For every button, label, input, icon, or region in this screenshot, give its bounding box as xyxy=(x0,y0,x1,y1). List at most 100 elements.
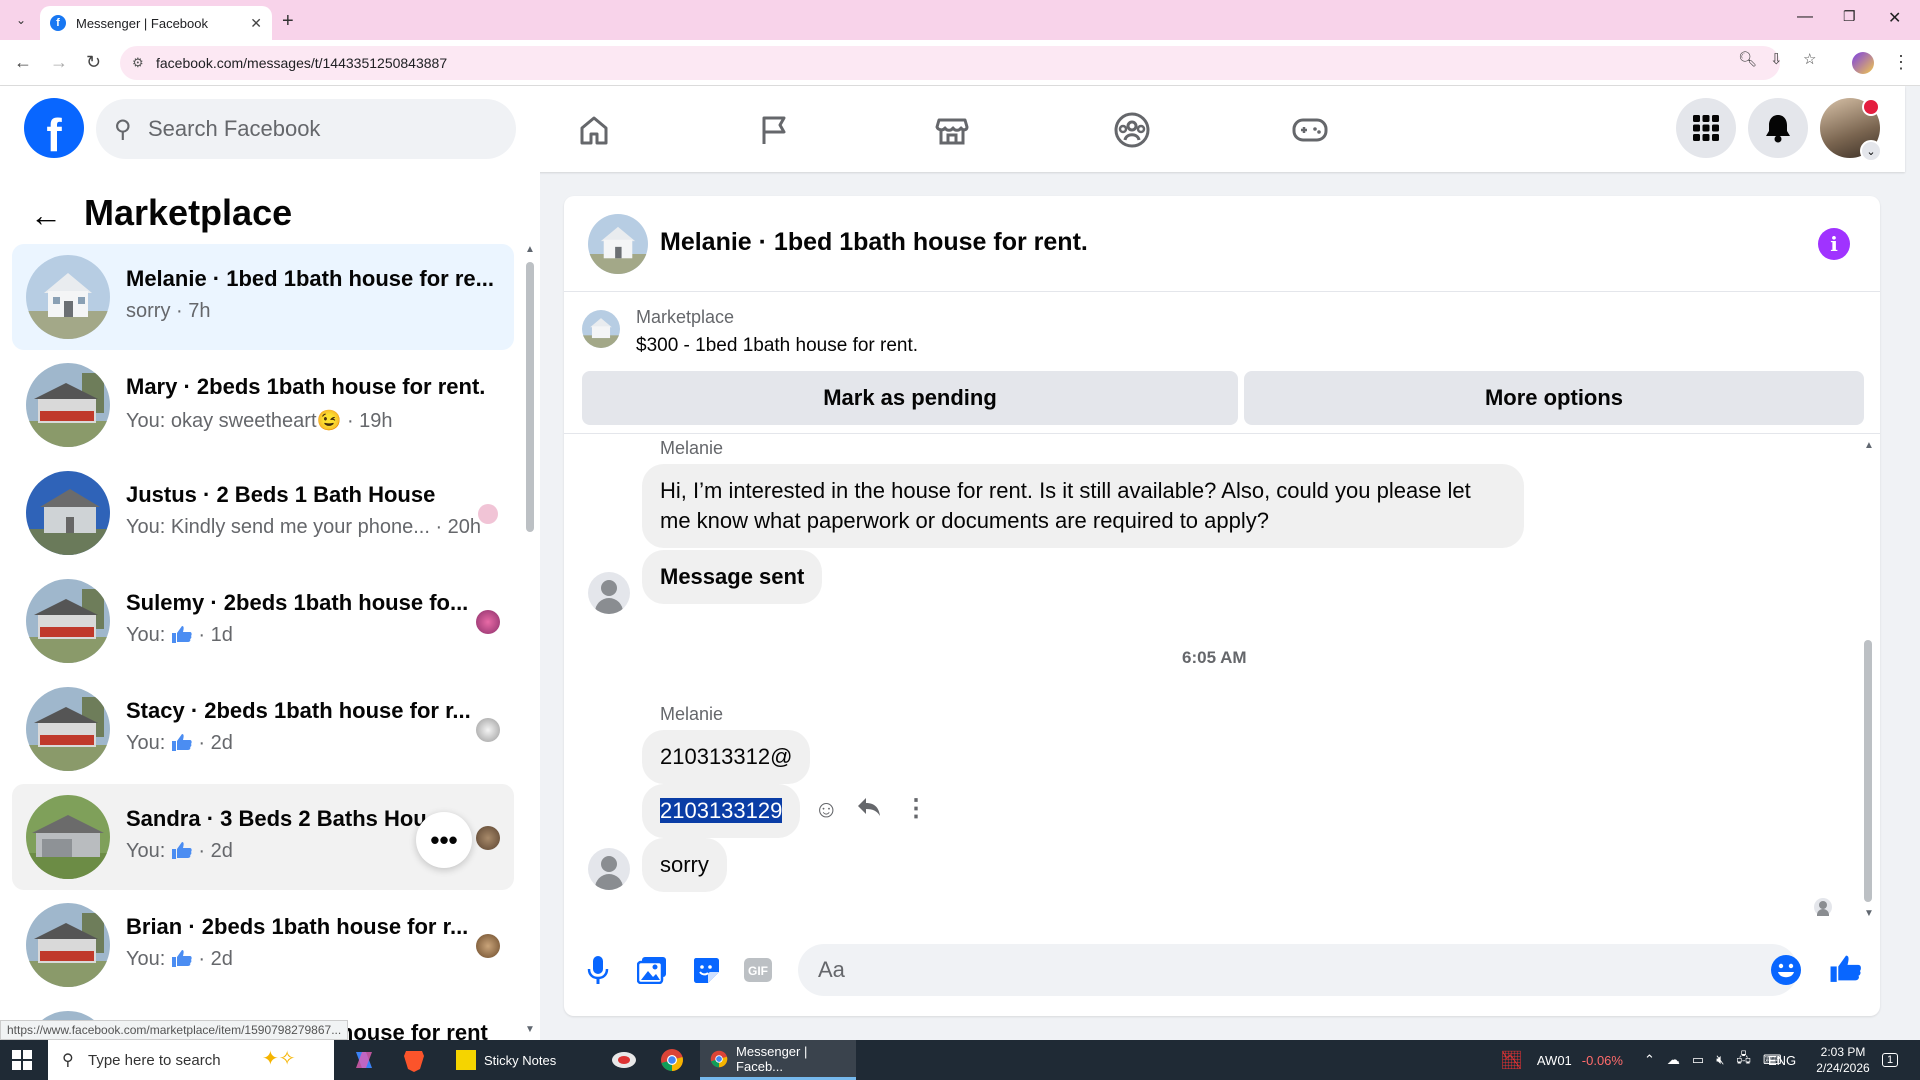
minimize-icon[interactable]: — xyxy=(1797,8,1813,26)
meet-now-icon[interactable]: ▭ xyxy=(1692,1052,1704,1068)
back-icon[interactable]: ← xyxy=(14,52,32,73)
mark-as-pending-button[interactable]: Mark as pending xyxy=(582,371,1238,425)
bookmark-star-icon[interactable]: ☆ xyxy=(1803,50,1816,68)
system-tray: ⌃ ☁ ▭ 🔇︎ 🖧︎ ⌨ xyxy=(1644,1040,1782,1080)
more-options-button[interactable]: More options xyxy=(1244,371,1864,425)
browser-menu-icon[interactable]: ⋮ xyxy=(1892,52,1910,73)
address-bar-row: ← → ↻ ⚙ facebook.com/messages/t/14433512… xyxy=(0,40,1920,86)
message-input[interactable]: Aa xyxy=(798,944,1798,996)
more-actions-icon[interactable]: ⋮ xyxy=(904,794,928,823)
forward-icon[interactable]: → xyxy=(50,52,68,73)
sidebar-scrollbar[interactable] xyxy=(526,262,534,532)
brave-browser-icon[interactable] xyxy=(398,1040,430,1080)
taskbar-search-input[interactable]: ⚲ Type here to search ✦✧ xyxy=(48,1040,334,1080)
facebook-logo[interactable]: f xyxy=(24,98,84,158)
sender-avatar[interactable] xyxy=(588,848,630,890)
message-sent-bubble[interactable]: Message sent xyxy=(642,550,823,604)
install-app-icon[interactable]: ⇩ xyxy=(1770,50,1783,68)
chat-scroll-up-icon[interactable]: ▲ xyxy=(1864,440,1874,451)
chrome-icon[interactable] xyxy=(656,1040,688,1080)
notifications-button[interactable] xyxy=(1748,98,1808,158)
sticky-notes-icon xyxy=(456,1050,476,1070)
tab-search-dropdown-icon[interactable]: ⌄ xyxy=(10,9,32,31)
game-app-icon[interactable] xyxy=(608,1040,640,1080)
copilot-icon[interactable] xyxy=(348,1040,380,1080)
sticky-notes-app[interactable]: Sticky Notes xyxy=(446,1040,566,1080)
facebook-header: f ⚲ Search Facebook ⌄ xyxy=(0,86,1905,172)
conversation-preview: You: · 1d xyxy=(126,624,233,647)
conversation-name: Sulemy · 2beds 1bath house fo... xyxy=(126,590,469,615)
scroll-up-icon[interactable]: ▲ xyxy=(525,244,535,255)
home-icon[interactable] xyxy=(572,108,616,152)
conversation-item[interactable]: Justus · 2 Beds 1 Bath House You: Kindly… xyxy=(12,460,514,566)
chat-scrollbar[interactable] xyxy=(1864,640,1872,902)
back-arrow-icon[interactable]: ← xyxy=(30,197,62,234)
message-bubble-selected[interactable]: 2103133129 xyxy=(642,784,801,838)
windows-start-icon[interactable] xyxy=(12,1050,32,1070)
listing-thumbnail[interactable] xyxy=(582,310,620,348)
emoji-picker-icon[interactable] xyxy=(1770,954,1802,991)
sticker-icon[interactable] xyxy=(688,952,724,988)
search-input[interactable]: ⚲ Search Facebook xyxy=(96,99,516,159)
taskbar-search-placeholder: Type here to search xyxy=(88,1051,221,1069)
wink-emoji: 😉 xyxy=(316,410,342,432)
chat-avatar[interactable] xyxy=(588,214,648,274)
notification-dot xyxy=(1862,98,1880,116)
sender-avatar[interactable] xyxy=(588,572,630,614)
gif-icon[interactable]: GIF xyxy=(740,952,776,988)
clock[interactable]: 2:03 PM 2/24/2026 xyxy=(1808,1040,1878,1080)
menu-grid-button[interactable] xyxy=(1676,98,1736,158)
like-send-icon[interactable] xyxy=(1826,948,1866,988)
tray-expand-icon[interactable]: ⌃ xyxy=(1644,1052,1655,1068)
stock-widget[interactable]: 📉︎ AW01 -0.06% xyxy=(1500,1040,1623,1080)
conversation-item[interactable]: Brian · 2beds 1bath house for r... You: … xyxy=(12,892,514,998)
conversation-options-button[interactable]: ••• xyxy=(416,812,472,868)
listing-title[interactable]: $300 - 1bed 1bath house for rent. xyxy=(636,335,918,357)
chevron-down-icon[interactable]: ⌄ xyxy=(1860,140,1882,162)
site-info-icon[interactable]: ⚙ xyxy=(132,55,144,71)
conversation-item[interactable]: Sulemy · 2beds 1bath house fo... You: · … xyxy=(12,568,514,674)
browser-profile-avatar[interactable] xyxy=(1852,52,1874,74)
notification-center-icon[interactable]: 1 xyxy=(1882,1040,1899,1080)
react-emoji-icon[interactable]: ☺ xyxy=(814,796,839,824)
info-icon[interactable]: i xyxy=(1818,228,1850,260)
reply-icon[interactable] xyxy=(856,796,882,825)
conversation-item[interactable]: Melanie · 1bed 1bath house for re... sor… xyxy=(12,244,514,350)
chat-scroll-down-icon[interactable]: ▼ xyxy=(1864,908,1874,919)
thumbs-up-icon xyxy=(171,734,192,751)
marketplace-icon[interactable] xyxy=(930,108,974,152)
microphone-icon[interactable] xyxy=(580,952,616,988)
volume-muted-icon[interactable]: 🔇︎ xyxy=(1716,1052,1724,1068)
conversation-preview: sorry · 7h xyxy=(126,300,211,322)
zoom-icon[interactable]: 🔍︎ xyxy=(1738,50,1757,68)
chat-title[interactable]: Melanie · 1bed 1bath house for rent. xyxy=(660,228,1088,257)
window-close-icon[interactable]: ✕ xyxy=(1888,8,1901,28)
conversation-preview: You: Kindly send me your phone... · 20h xyxy=(126,516,482,538)
gaming-icon[interactable] xyxy=(1288,108,1332,152)
network-icon[interactable]: 🖧︎ xyxy=(1736,1049,1751,1071)
new-tab-icon[interactable]: + xyxy=(282,10,294,33)
preview-time: · 1d xyxy=(192,624,233,646)
message-bubble[interactable]: Hi, I’m interested in the house for rent… xyxy=(642,464,1524,548)
onedrive-icon[interactable]: ☁ xyxy=(1667,1052,1680,1068)
preview-time: · 2d xyxy=(192,840,233,862)
conversation-item[interactable]: Mary · 2beds 1bath house for rent. You: … xyxy=(12,352,514,458)
groups-icon[interactable] xyxy=(1110,108,1154,152)
grid-icon xyxy=(1693,115,1719,141)
scroll-down-icon[interactable]: ▼ xyxy=(525,1024,535,1035)
restore-icon[interactable]: ❐ xyxy=(1843,8,1856,25)
url-field[interactable]: ⚙ facebook.com/messages/t/14433512508438… xyxy=(120,46,1780,80)
listing-thumbnail xyxy=(26,471,110,555)
message-bubble[interactable]: sorry xyxy=(642,838,727,892)
conversation-item[interactable]: Stacy · 2beds 1bath house for r... You: … xyxy=(12,676,514,782)
tab-close-icon[interactable]: ✕ xyxy=(250,15,262,32)
message-bubble[interactable]: 210313312@ xyxy=(642,730,811,784)
pages-flag-icon[interactable] xyxy=(752,108,796,152)
reload-icon[interactable]: ↻ xyxy=(86,52,101,73)
photo-attach-icon[interactable] xyxy=(634,952,670,988)
listing-thumbnail xyxy=(26,579,110,663)
browser-tab[interactable]: f Messenger | Facebook ✕ xyxy=(40,6,272,40)
language-indicator[interactable]: ENG xyxy=(1768,1040,1796,1080)
messenger-taskbar-item[interactable]: Messenger | Faceb... xyxy=(700,1040,856,1080)
clock-date: 2/24/2026 xyxy=(1816,1061,1870,1075)
